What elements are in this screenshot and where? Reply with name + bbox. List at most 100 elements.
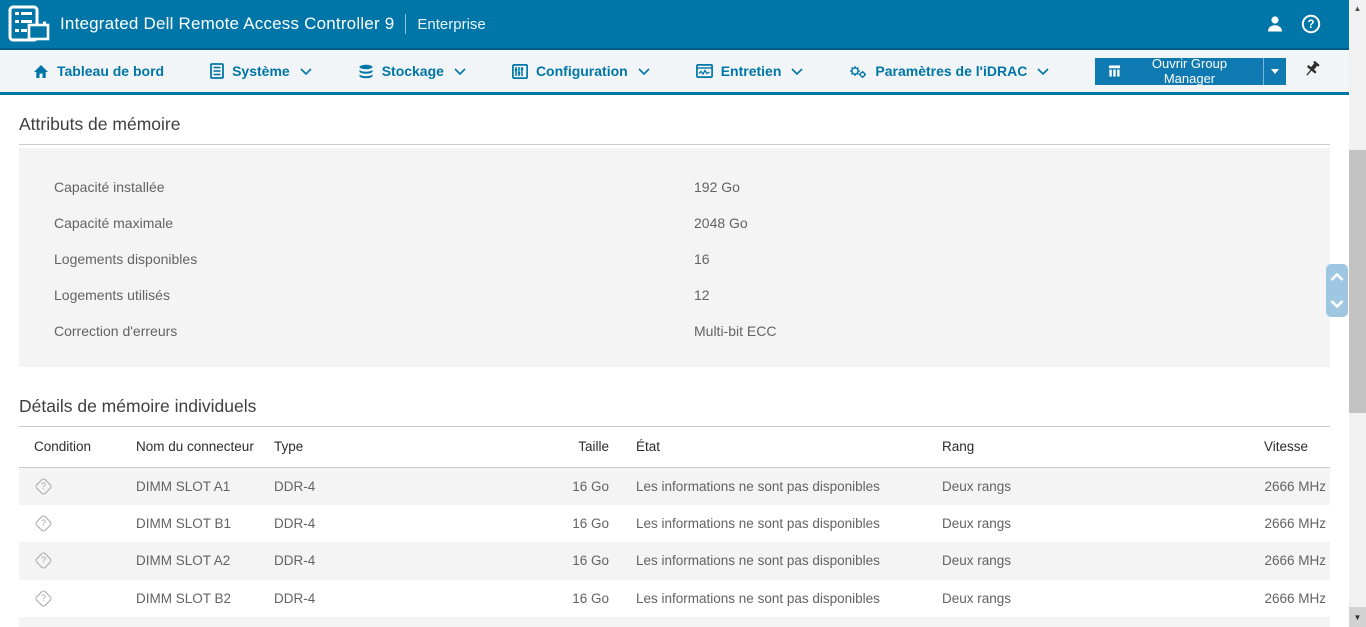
attribute-label: Correction d'erreurs bbox=[19, 323, 694, 339]
chevron-down-icon bbox=[454, 68, 466, 75]
memory-attribute-row: Capacité maximale2048 Go bbox=[19, 205, 1330, 241]
scroll-down-icon[interactable] bbox=[1330, 299, 1344, 308]
type-cell: DDR-4 bbox=[259, 542, 509, 580]
rank-cell: Deux rangs bbox=[912, 580, 1240, 618]
chevron-down-icon bbox=[791, 68, 803, 75]
table-row: ? DIMM SLOT B1DDR-416 GoLes informations … bbox=[19, 505, 1330, 543]
memory-attribute-row: Correction d'erreursMulti-bit ECC bbox=[19, 313, 1330, 349]
title-separator bbox=[405, 14, 406, 34]
vertical-scrollbar[interactable]: ▲ ▼ bbox=[1349, 0, 1366, 627]
speed-cell: 2666 MHz bbox=[1240, 617, 1330, 627]
state-cell: Les informations ne sont pas disponibles bbox=[609, 505, 912, 543]
type-cell: DDR-4 bbox=[259, 617, 509, 627]
state-cell: Les informations ne sont pas disponibles bbox=[609, 580, 912, 618]
column-header: Taille bbox=[509, 427, 609, 467]
pin-nav-icon[interactable] bbox=[1303, 60, 1321, 83]
memory-attribute-row: Logements utilisés12 bbox=[19, 277, 1330, 313]
size-cell: 16 Go bbox=[509, 542, 609, 580]
condition-cell: ? bbox=[19, 617, 121, 627]
status-unknown-icon: ? bbox=[34, 552, 52, 570]
size-cell: 16 Go bbox=[509, 580, 609, 618]
rank-cell: Deux rangs bbox=[912, 505, 1240, 543]
speed-cell: 2666 MHz bbox=[1240, 467, 1330, 505]
scroll-up-icon[interactable] bbox=[1330, 273, 1344, 282]
scrollbar-down-button[interactable]: ▼ bbox=[1349, 607, 1366, 627]
column-header: Condition bbox=[19, 427, 121, 467]
size-cell: 16 Go bbox=[509, 467, 609, 505]
table-row: ? DIMM SLOT A2DDR-416 GoLes informations … bbox=[19, 542, 1330, 580]
memory-attributes-title: Attributs de mémoire bbox=[19, 114, 1330, 145]
storage-icon bbox=[358, 64, 374, 79]
memory-details-title: Détails de mémoire individuels bbox=[19, 396, 1330, 427]
attribute-label: Capacité installée bbox=[19, 179, 694, 195]
scrollbar-up-button[interactable]: ▲ bbox=[1349, 0, 1366, 17]
nav-item-maintenance[interactable]: Entretien bbox=[696, 63, 804, 79]
table-row: ?DIMM SLOT A1DDR-416 GoLes informations … bbox=[19, 467, 1330, 505]
main-nav: Tableau de bord Système Stockage bbox=[0, 48, 1349, 95]
condition-cell: ? bbox=[19, 467, 121, 505]
home-icon bbox=[33, 64, 49, 79]
attribute-value: 16 bbox=[694, 251, 710, 267]
nav-item-configuration[interactable]: Configuration bbox=[512, 63, 650, 79]
group-manager-icon bbox=[1108, 64, 1121, 78]
attribute-value: 192 Go bbox=[694, 179, 740, 195]
idrac-logo-icon bbox=[8, 5, 50, 43]
group-manager-dropdown-button[interactable] bbox=[1263, 58, 1286, 85]
app-title: Integrated Dell Remote Access Controller… bbox=[60, 14, 394, 34]
chevron-down-icon bbox=[638, 68, 650, 75]
memory-details-table: ConditionNom du connecteurTypeTailleÉtat… bbox=[19, 427, 1330, 627]
scrollbar-thumb[interactable] bbox=[1349, 150, 1366, 413]
table-row: ?DIMM SLOT A3DDR-416 GoLes informations … bbox=[19, 617, 1330, 627]
group-manager-button-group: Ouvrir Group Manager bbox=[1095, 58, 1286, 85]
rank-cell: Deux rangs bbox=[912, 467, 1240, 505]
nav-item-storage[interactable]: Stockage bbox=[358, 63, 466, 79]
rank-cell: Deux rangs bbox=[912, 617, 1240, 627]
condition-cell: ? bbox=[19, 580, 121, 618]
status-unknown-icon: ? bbox=[34, 589, 52, 607]
chevron-down-icon bbox=[300, 68, 312, 75]
column-header: Nom du connecteur bbox=[121, 427, 259, 467]
column-header: Type bbox=[259, 427, 509, 467]
chevron-down-icon bbox=[1037, 68, 1049, 75]
rank-cell: Deux rangs bbox=[912, 542, 1240, 580]
column-header: État bbox=[609, 427, 912, 467]
attribute-value: Multi-bit ECC bbox=[694, 323, 776, 339]
memory-attribute-row: Capacité installée192 Go bbox=[19, 169, 1330, 205]
app-edition: Enterprise bbox=[417, 16, 485, 33]
attribute-label: Capacité maximale bbox=[19, 215, 694, 231]
app-header: Integrated Dell Remote Access Controller… bbox=[0, 0, 1349, 48]
connector-cell: DIMM SLOT A3 bbox=[121, 617, 259, 627]
state-cell: Les informations ne sont pas disponibles bbox=[609, 617, 912, 627]
attribute-label: Logements utilisés bbox=[19, 287, 694, 303]
attribute-value: 12 bbox=[694, 287, 710, 303]
memory-details-section: Détails de mémoire individuels Condition… bbox=[19, 396, 1330, 627]
size-cell: 16 Go bbox=[509, 617, 609, 627]
state-cell: Les informations ne sont pas disponibles bbox=[609, 542, 912, 580]
state-cell: Les informations ne sont pas disponibles bbox=[609, 467, 912, 505]
column-header: Rang bbox=[912, 427, 1240, 467]
speed-cell: 2666 MHz bbox=[1240, 542, 1330, 580]
help-icon[interactable]: ? bbox=[1301, 14, 1321, 34]
nav-item-idrac-settings[interactable]: Paramètres de l'iDRAC bbox=[849, 63, 1049, 79]
idrac-settings-icon bbox=[849, 64, 867, 79]
table-row: ?DIMM SLOT B2DDR-416 GoLes informations … bbox=[19, 580, 1330, 618]
memory-attribute-row: Logements disponibles16 bbox=[19, 241, 1330, 277]
svg-text:?: ? bbox=[1307, 19, 1314, 31]
type-cell: DDR-4 bbox=[259, 505, 509, 543]
nav-item-dashboard[interactable]: Tableau de bord bbox=[33, 63, 164, 79]
connector-cell: DIMM SLOT A2 bbox=[121, 542, 259, 580]
size-cell: 16 Go bbox=[509, 505, 609, 543]
nav-item-system[interactable]: Système bbox=[210, 63, 312, 79]
status-unknown-icon: ? bbox=[34, 514, 52, 532]
condition-cell: ? bbox=[19, 505, 121, 543]
configuration-icon bbox=[512, 64, 528, 79]
main-content: Attributs de mémoire Capacité installée1… bbox=[0, 95, 1349, 627]
page-scroll-widget[interactable] bbox=[1326, 264, 1348, 317]
open-group-manager-button[interactable]: Ouvrir Group Manager bbox=[1095, 58, 1262, 85]
system-icon bbox=[210, 63, 224, 79]
condition-cell: ? bbox=[19, 542, 121, 580]
user-icon[interactable] bbox=[1265, 14, 1285, 34]
type-cell: DDR-4 bbox=[259, 467, 509, 505]
caret-down-icon bbox=[1271, 69, 1279, 74]
connector-cell: DIMM SLOT B1 bbox=[121, 505, 259, 543]
